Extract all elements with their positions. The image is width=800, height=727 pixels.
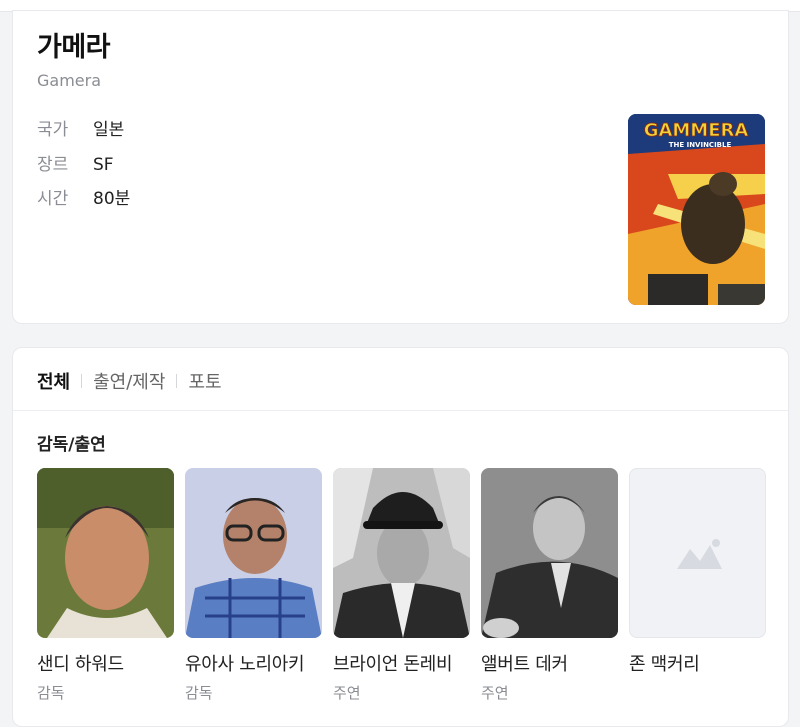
tab-photo[interactable]: 포토 (188, 368, 221, 394)
person-photo[interactable] (185, 468, 322, 638)
person-name[interactable]: 샌디 하워드 (37, 650, 174, 676)
meta-row-genre: 장르 SF (37, 150, 114, 175)
person-photo-image (481, 468, 618, 638)
person-card[interactable]: 샌디 하워드 감독 (37, 468, 174, 703)
person-photo-image (37, 468, 174, 638)
movie-original-title: Gamera (37, 71, 102, 90)
meta-value: SF (93, 155, 114, 175)
movie-title: 가메라 (37, 32, 111, 63)
person-name[interactable]: 존 맥커리 (629, 650, 766, 676)
meta-value: 80분 (93, 189, 131, 209)
person-photo[interactable] (481, 468, 618, 638)
poster-image: GAMMERA THE INVINCIBLE (628, 114, 765, 305)
poster-title-text: GAMMERA (644, 120, 749, 141)
person-photo[interactable] (333, 468, 470, 638)
person-photo-image (185, 468, 322, 638)
meta-label: 장르 (37, 155, 69, 175)
person-photo[interactable] (37, 468, 174, 638)
person-photo-image (333, 468, 470, 638)
meta-label: 시간 (37, 189, 69, 209)
meta-row-runtime: 시간 80분 (37, 184, 130, 209)
meta-row-country: 국가 일본 (37, 115, 124, 140)
section-title: 감독/출연 (37, 435, 106, 455)
person-name[interactable]: 브라이언 돈레비 (333, 650, 470, 676)
person-role: 감독 (185, 684, 213, 702)
tab-cast[interactable]: 출연/제작 (93, 368, 165, 394)
divider (13, 410, 788, 411)
person-role: 주연 (333, 684, 361, 702)
person-photo-placeholder[interactable] (629, 468, 766, 638)
person-role: 주연 (481, 684, 509, 702)
meta-label: 국가 (37, 120, 69, 140)
meta-value: 일본 (93, 120, 125, 140)
person-card[interactable]: 앨버트 데커 주연 (481, 468, 618, 703)
tab-separator (81, 374, 83, 388)
person-card[interactable]: 존 맥커리 (629, 468, 766, 682)
person-card[interactable]: 브라이언 돈레비 주연 (333, 468, 470, 703)
person-role: 감독 (37, 684, 65, 702)
image-placeholder-icon (677, 539, 722, 569)
person-card[interactable]: 유아사 노리아키 감독 (185, 468, 322, 703)
tab-separator (176, 374, 178, 388)
person-name[interactable]: 앨버트 데커 (481, 650, 618, 676)
person-name[interactable]: 유아사 노리아키 (185, 650, 322, 676)
cast-card: 전체 출연/제작 포토 감독/출연 샌디 하워드 감독 유아사 노리아키 감독 … (12, 347, 789, 727)
movie-poster[interactable]: GAMMERA THE INVINCIBLE (628, 114, 765, 305)
tab-bar: 전체 출연/제작 포토 (37, 368, 222, 394)
tab-all[interactable]: 전체 (37, 368, 70, 394)
poster-subtitle-text: THE INVINCIBLE (669, 141, 732, 149)
movie-info-card: 가메라 Gamera 국가 일본 장르 SF 시간 80분 GAMMERA THE I… (12, 10, 789, 324)
